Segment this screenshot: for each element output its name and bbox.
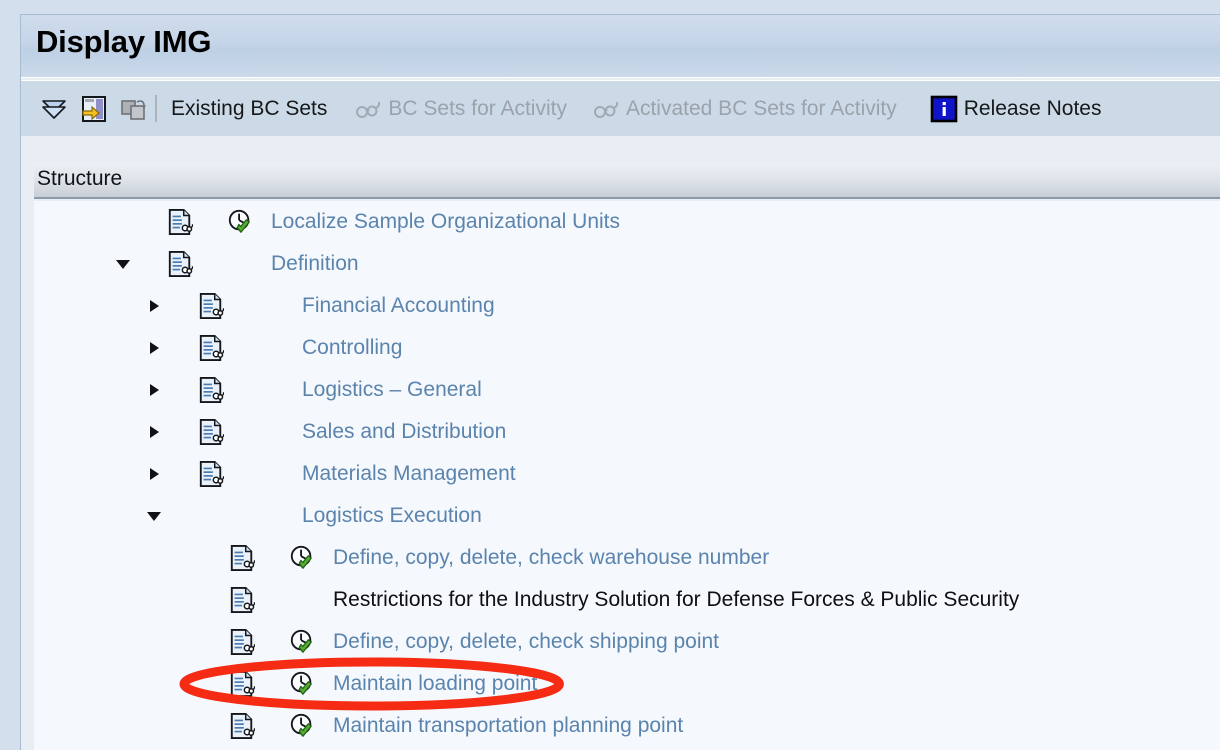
clock-check-status-icon[interactable] — [289, 621, 315, 663]
tree-row[interactable]: Financial Accounting — [34, 285, 1220, 327]
tree-row[interactable]: Restrictions for the Industry Solution f… — [34, 579, 1220, 621]
img-activity-document-icon[interactable] — [198, 411, 224, 453]
toolbar-button-display-node[interactable] — [79, 81, 109, 136]
clock-check-status-icon[interactable] — [289, 705, 315, 747]
tree-row-label[interactable]: Localize Sample Organizational Units — [271, 210, 620, 234]
tree-row[interactable]: Define, copy, delete, check shipping poi… — [34, 621, 1220, 663]
collapse-all-icon — [39, 94, 69, 124]
img-activity-document-icon[interactable] — [229, 705, 255, 747]
tree-row-label[interactable]: Logistics – General — [302, 378, 482, 402]
tree-row[interactable]: Logistics – General — [34, 369, 1220, 411]
glasses-icon — [353, 94, 383, 124]
tree-row[interactable]: Sales and Distribution — [34, 411, 1220, 453]
toolbar-separator — [155, 95, 157, 122]
tree-row-label[interactable]: Materials Management — [302, 462, 516, 486]
toolbar-button-label: Activated BC Sets for Activity — [625, 96, 897, 120]
chevron-down-icon[interactable] — [144, 495, 164, 537]
clock-check-status-icon[interactable] — [227, 201, 253, 243]
img-activity-document-icon[interactable] — [198, 453, 224, 495]
toolbar-button-label: Existing BC Sets — [171, 96, 328, 120]
img-activity-document-icon[interactable] — [229, 621, 255, 663]
tree-row[interactable]: Definition — [34, 243, 1220, 285]
sap-display-img-window: Display IMG Existing BC Sets BC Sets for … — [0, 0, 1220, 750]
tree-row[interactable]: Define, copy, delete, check warehouse nu… — [34, 537, 1220, 579]
toolbar-button-bc-sets-for-activity: BC Sets for Activity — [353, 81, 567, 136]
tree-row[interactable]: Maintain transportation planning point — [34, 705, 1220, 747]
tree-row[interactable]: Localize Sample Organizational Units — [34, 201, 1220, 243]
img-structure-tree: Localize Sample Organizational Units Defi… — [34, 201, 1220, 750]
chevron-right-icon[interactable] — [144, 327, 164, 369]
chevron-right-icon[interactable] — [144, 285, 164, 327]
tree-row-label[interactable]: Controlling — [302, 336, 402, 360]
toolbar-button-collapse-all[interactable] — [39, 81, 69, 136]
info-icon — [929, 94, 959, 124]
clock-check-status-icon[interactable] — [289, 537, 315, 579]
tree-row-label[interactable]: Definition — [271, 252, 359, 276]
glasses-icon — [591, 94, 621, 124]
img-activity-document-icon[interactable] — [198, 369, 224, 411]
tree-row[interactable]: Maintain loading point — [34, 663, 1220, 705]
chevron-right-icon[interactable] — [144, 411, 164, 453]
toolbar-button-existing-bc-sets[interactable]: Existing BC Sets — [171, 81, 327, 136]
img-activity-document-icon[interactable] — [229, 537, 255, 579]
toolbar-button-copy-node — [119, 81, 149, 136]
img-activity-document-icon[interactable] — [167, 243, 193, 285]
tree-row-label[interactable]: Maintain loading point — [333, 672, 537, 696]
tree-row-label[interactable]: Define, copy, delete, check shipping poi… — [333, 630, 719, 654]
tree-row-label[interactable]: Restrictions for the Industry Solution f… — [333, 588, 1019, 612]
clock-check-status-icon[interactable] — [289, 663, 315, 705]
chevron-down-icon[interactable] — [113, 243, 133, 285]
structure-header-label: Structure — [37, 167, 123, 190]
tree-row[interactable]: Controlling — [34, 327, 1220, 369]
tree-row-label[interactable]: Logistics Execution — [302, 504, 482, 528]
tree-row-label[interactable]: Maintain transportation planning point — [333, 714, 683, 738]
img-activity-document-icon[interactable] — [229, 663, 255, 705]
toolbar-button-label: BC Sets for Activity — [388, 96, 567, 120]
document-arrow-icon — [79, 94, 109, 124]
img-activity-document-icon[interactable] — [198, 327, 224, 369]
tree-row[interactable]: Logistics Execution — [34, 495, 1220, 537]
toolbar-button-release-notes[interactable]: Release Notes — [929, 81, 1102, 136]
title-bar: Display IMG — [21, 15, 1220, 78]
tree-row-label[interactable]: Define, copy, delete, check warehouse nu… — [333, 546, 769, 570]
img-activity-document-icon[interactable] — [229, 579, 255, 621]
copy-icon — [119, 94, 149, 124]
tree-row-label[interactable]: Sales and Distribution — [302, 420, 506, 444]
structure-column-header: Structure — [34, 163, 1220, 199]
img-activity-document-icon[interactable] — [198, 285, 224, 327]
page-title: Display IMG — [36, 24, 212, 59]
chevron-right-icon[interactable] — [144, 369, 164, 411]
img-activity-document-icon[interactable] — [167, 201, 193, 243]
tree-row-label[interactable]: Financial Accounting — [302, 294, 495, 318]
toolbar-button-label: Release Notes — [963, 96, 1102, 120]
tree-row[interactable]: Materials Management — [34, 453, 1220, 495]
chevron-right-icon[interactable] — [144, 453, 164, 495]
toolbar: Existing BC Sets BC Sets for Activity Acti… — [21, 80, 1220, 136]
toolbar-button-activated-bc-sets-for-activity: Activated BC Sets for Activity — [591, 81, 897, 136]
